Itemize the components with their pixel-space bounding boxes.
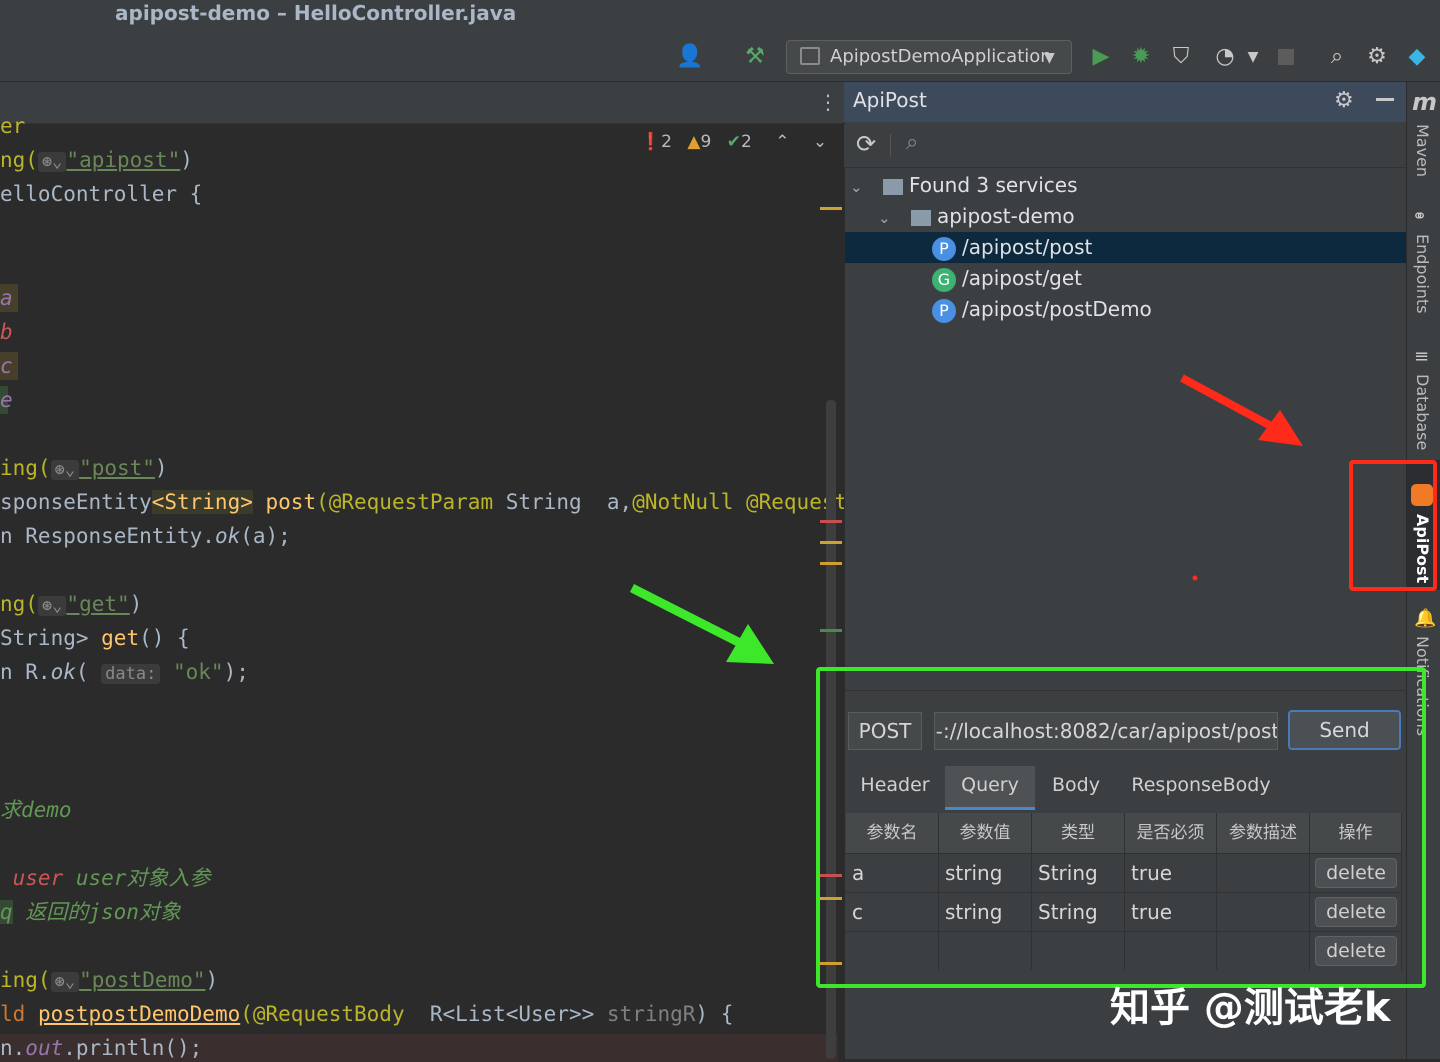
code-line: er	[0, 114, 26, 138]
user-icon[interactable]: 👤	[676, 44, 703, 70]
watermark: 知乎 @测试老k	[1110, 985, 1391, 1031]
inspection-widget[interactable]: ❗2 ▲9 ✔2 ⌃ ⌄	[640, 132, 827, 152]
ok-marker[interactable]	[820, 629, 842, 632]
stop-icon[interactable]	[1278, 49, 1294, 65]
code-line: String> get() {	[0, 626, 190, 650]
code-line: elloController {	[0, 182, 203, 206]
chevron-down-icon: ⌄	[878, 209, 891, 227]
toolbar-divider	[890, 134, 891, 156]
highlight-box-request	[816, 667, 1426, 988]
maven-tab[interactable]: Maven	[1413, 124, 1432, 177]
gear-icon[interactable]: ⚙	[1364, 44, 1390, 70]
code-line: n R.ok( data: "ok");	[0, 660, 249, 684]
code-line: a	[0, 284, 18, 312]
tree-endpoint-postdemo[interactable]: P/apipost/postDemo	[932, 297, 1152, 323]
code-line: ld postpostDemoDemo(@RequestBody R<List<…	[0, 1002, 734, 1026]
chevron-down-icon: ⌄	[850, 178, 863, 196]
code-line: 求demo	[0, 798, 72, 822]
warning-marker[interactable]	[820, 562, 842, 565]
chevron-up-icon[interactable]: ⌃	[775, 132, 789, 152]
warning-count: 9	[700, 132, 712, 152]
run-icon[interactable]: ▶	[1088, 44, 1114, 70]
post-method-icon: P	[932, 298, 956, 323]
more-options-icon[interactable]: ⋮	[818, 90, 838, 114]
code-line: user user对象入参	[0, 866, 211, 890]
post-method-icon: P	[932, 236, 956, 261]
editor-tab-strip	[0, 82, 844, 124]
code-line: ing(⊛⌄ "postDemo")	[0, 968, 219, 992]
panel-header	[844, 82, 1406, 122]
chevron-down-icon[interactable]: ⌄	[813, 132, 827, 152]
code-line: c	[0, 352, 18, 380]
database-tab[interactable]: Database	[1413, 374, 1432, 450]
panel-title: ApiPost	[853, 88, 927, 112]
code-line: n.out.println();	[0, 1034, 838, 1062]
hammer-icon[interactable]: ⚒	[742, 44, 768, 70]
maven-icon: m	[1412, 88, 1438, 116]
code-line: n ResponseEntity.ok(a);	[0, 524, 291, 548]
tree-endpoint-post[interactable]: P/apipost/post	[932, 235, 1092, 261]
run-config-label: ApipostDemoApplication	[830, 46, 1052, 67]
panel-toolbar	[844, 124, 1406, 168]
warning-icon: ▲	[687, 132, 701, 152]
warning-marker[interactable]	[820, 541, 842, 544]
search-icon[interactable]: ⌕	[906, 130, 918, 155]
bell-icon: 🔔	[1414, 608, 1437, 629]
window-title: apipost-demo – HelloController.java	[115, 1, 517, 25]
debug-icon[interactable]: ✹	[1128, 44, 1154, 70]
code-line: ng(⊛⌄ "get")	[0, 592, 143, 616]
database-icon: ≡	[1414, 346, 1430, 367]
profile-icon[interactable]: ◔	[1212, 44, 1238, 70]
minimize-icon[interactable]	[1376, 98, 1394, 101]
endpoints-tab[interactable]: Endpoints	[1413, 234, 1432, 314]
tree-project[interactable]: ⌄ apipost-demo	[878, 204, 1075, 228]
chevron-down-icon[interactable]: ▼	[1240, 44, 1266, 70]
search-icon[interactable]: ⌕	[1324, 44, 1350, 70]
code-line: ing(⊛⌄ "post")	[0, 456, 168, 480]
selected-tree-row	[845, 232, 1406, 263]
gear-icon[interactable]: ⚙	[1334, 88, 1354, 113]
module-icon	[910, 209, 931, 226]
code-line: b	[0, 320, 13, 344]
error-icon: ❗	[640, 132, 662, 152]
get-method-icon: G	[932, 267, 956, 292]
chevron-down-icon: ▼	[1044, 50, 1055, 66]
error-count: 2	[661, 132, 672, 152]
toolbox-icon[interactable]: ◆	[1404, 44, 1430, 70]
code-line: sponseEntity<String> post(@RequestParam …	[0, 490, 873, 514]
code-line: e	[0, 386, 13, 414]
endpoints-icon: ⚭	[1412, 206, 1428, 227]
tree-root[interactable]: ⌄ Found 3 services	[850, 173, 1078, 197]
code-line: q 返回的json对象	[0, 900, 181, 924]
code-line: ng(⊛⌄ "apipost")	[0, 148, 193, 172]
warning-marker[interactable]	[820, 207, 842, 210]
ok-count: 2	[740, 132, 752, 152]
highlight-box-apipost-tab	[1349, 460, 1437, 591]
coverage-icon[interactable]: ⛉	[1168, 44, 1194, 70]
application-icon	[800, 47, 820, 65]
refresh-icon[interactable]: ⟳	[856, 130, 876, 158]
error-marker[interactable]	[820, 520, 842, 523]
check-icon: ✔	[726, 132, 741, 152]
folder-icon	[882, 178, 903, 195]
tree-endpoint-get[interactable]: G/apipost/get	[932, 266, 1082, 292]
